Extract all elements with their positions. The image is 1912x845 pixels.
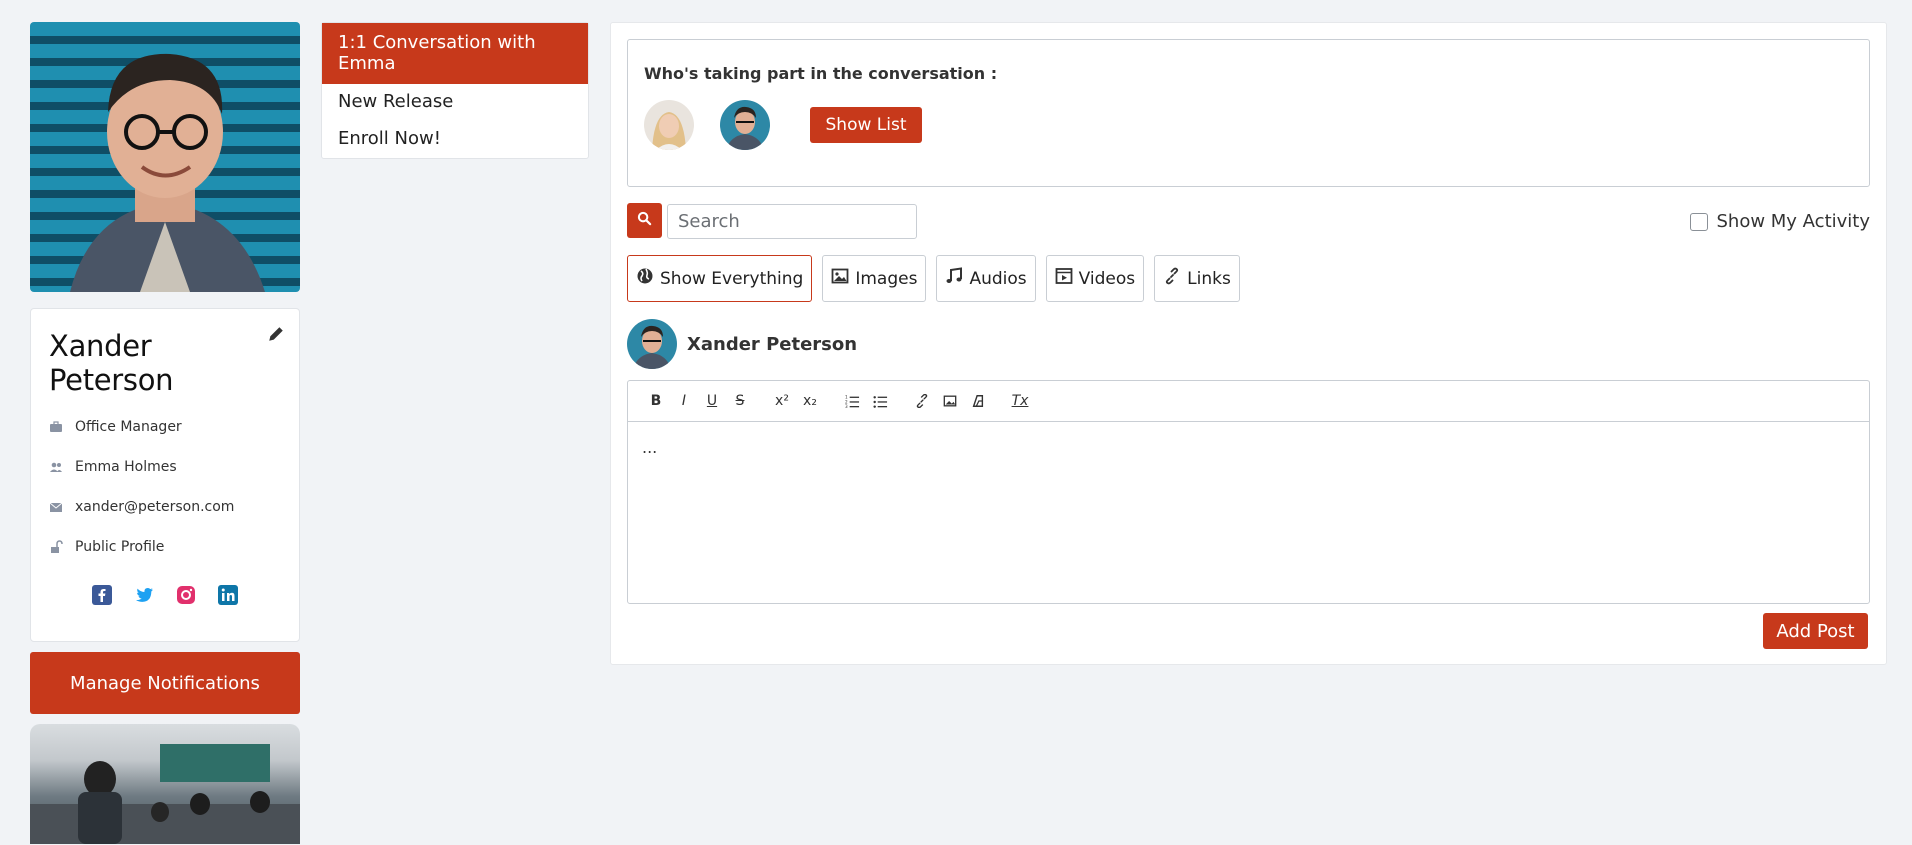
profile-card: Xander Peterson Office Manager Emma Holm… <box>30 308 300 642</box>
superscript-button[interactable]: x² <box>768 387 796 415</box>
author-avatar <box>627 319 677 369</box>
info-email-text: xander@peterson.com <box>75 499 235 515</box>
filter-show-everything-label: Show Everything <box>660 268 804 289</box>
avatar-xander[interactable] <box>720 100 770 150</box>
profile-name: Xander Peterson <box>49 329 174 397</box>
search-icon <box>637 211 652 230</box>
filter-images-label: Images <box>855 268 918 289</box>
filter-videos[interactable]: Videos <box>1045 255 1145 302</box>
briefcase-icon <box>49 420 63 434</box>
show-list-button[interactable]: Show List <box>810 107 922 143</box>
info-visibility: Public Profile <box>49 539 281 555</box>
underline-button[interactable]: U <box>698 387 726 415</box>
show-my-activity-label: Show My Activity <box>1716 211 1870 232</box>
participants-title: Who's taking part in the conversation : <box>644 64 998 83</box>
profile-column: Xander Peterson Office Manager Emma Holm… <box>30 22 300 844</box>
show-my-activity-toggle[interactable]: Show My Activity <box>1690 211 1870 232</box>
search-button[interactable] <box>627 203 662 238</box>
users-icon <box>49 460 63 474</box>
music-icon <box>945 267 963 290</box>
author-name: Xander Peterson <box>687 333 858 355</box>
insert-video-icon[interactable] <box>964 387 992 415</box>
info-contact-text: Emma Holmes <box>75 459 177 475</box>
conversation-list: 1:1 Conversation with Emma New Release E… <box>321 22 589 159</box>
show-my-activity-checkbox[interactable] <box>1690 212 1709 231</box>
twitter-icon[interactable] <box>134 585 154 605</box>
post-author: Xander Peterson <box>627 319 857 369</box>
insert-image-icon[interactable] <box>936 387 964 415</box>
info-job: Office Manager <box>49 419 281 435</box>
link-icon <box>1163 267 1181 290</box>
filter-links[interactable]: Links <box>1154 255 1240 302</box>
image-icon <box>831 267 849 290</box>
info-contact: Emma Holmes <box>49 459 281 475</box>
svg-text:3: 3 <box>845 404 848 409</box>
add-post-button[interactable]: Add Post <box>1763 613 1868 649</box>
social-links <box>49 585 281 605</box>
globe-icon <box>636 267 654 290</box>
post-editor: B I U S x² x₂ 123 Tx ... <box>627 380 1870 604</box>
info-visibility-text: Public Profile <box>75 539 165 555</box>
avatar-emma[interactable] <box>644 100 694 150</box>
manage-notifications-button[interactable]: Manage Notifications <box>30 652 300 714</box>
nav-item-conversation[interactable]: 1:1 Conversation with Emma <box>322 23 588 85</box>
unlock-icon <box>49 540 63 554</box>
filter-bar: Show Everything Images Audios Videos Lin… <box>627 255 1240 302</box>
profile-photo <box>30 22 300 292</box>
filter-show-everything[interactable]: Show Everything <box>627 255 813 302</box>
classroom-photo <box>30 724 300 844</box>
conversation-panel: Who's taking part in the conversation : … <box>610 22 1887 665</box>
filter-audios[interactable]: Audios <box>936 255 1036 302</box>
search-input[interactable] <box>667 204 917 239</box>
bold-button[interactable]: B <box>642 387 670 415</box>
nav-item-enroll[interactable]: Enroll Now! <box>322 121 588 158</box>
instagram-icon[interactable] <box>176 585 196 605</box>
editor-textarea[interactable]: ... <box>628 422 1869 473</box>
filter-videos-label: Videos <box>1078 268 1136 289</box>
insert-link-icon[interactable] <box>908 387 936 415</box>
envelope-icon <box>49 500 63 514</box>
italic-button[interactable]: I <box>670 387 698 415</box>
linkedin-icon[interactable] <box>218 585 238 605</box>
filter-images[interactable]: Images <box>822 255 927 302</box>
participants-box: Who's taking part in the conversation : … <box>627 39 1870 187</box>
bullet-list-icon[interactable] <box>866 387 894 415</box>
subscript-button[interactable]: x₂ <box>796 387 824 415</box>
clear-format-button[interactable]: Tx <box>1006 387 1034 415</box>
facebook-icon[interactable] <box>92 585 112 605</box>
filter-links-label: Links <box>1187 268 1231 289</box>
film-icon <box>1055 267 1073 290</box>
filter-audios-label: Audios <box>969 268 1027 289</box>
strike-button[interactable]: S <box>726 387 754 415</box>
ordered-list-icon[interactable]: 123 <box>838 387 866 415</box>
info-email: xander@peterson.com <box>49 499 281 515</box>
pencil-icon[interactable] <box>267 325 285 343</box>
nav-item-new-release[interactable]: New Release <box>322 84 588 121</box>
editor-toolbar: B I U S x² x₂ 123 Tx <box>628 381 1869 422</box>
info-job-text: Office Manager <box>75 419 182 435</box>
